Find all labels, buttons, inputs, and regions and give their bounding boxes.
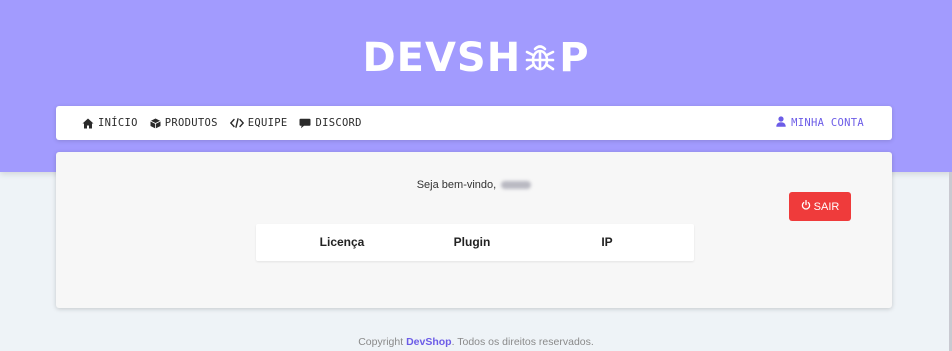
nav-item-equipe-label: EQUIPE <box>247 117 288 129</box>
main-navbar: INÍCIO PRODUTOS EQUIPE DISCORD MINHA CON… <box>56 106 892 140</box>
welcome-text: Seja bem-vindo, <box>416 179 497 191</box>
page-footer: Copyright DevShop. Todos os direitos res… <box>0 336 952 348</box>
logo-text-end: P <box>559 35 590 81</box>
my-account-label: MINHA CONTA <box>791 117 864 129</box>
cube-icon <box>150 118 161 129</box>
nav-right: MINHA CONTA <box>776 116 864 130</box>
site-logo[interactable]: DEVSH P <box>0 34 952 82</box>
nav-item-inicio[interactable]: INÍCIO <box>82 117 138 129</box>
username-redacted <box>501 181 532 190</box>
power-icon <box>801 199 811 213</box>
nav-item-equipe[interactable]: EQUIPE <box>229 117 288 129</box>
my-account-link[interactable]: MINHA CONTA <box>776 116 864 130</box>
license-table: Licença Plugin IP <box>256 224 694 261</box>
welcome-message: Seja bem-vindo, <box>56 179 892 191</box>
logout-label: SAIR <box>813 200 840 213</box>
home-icon <box>82 118 94 129</box>
column-header-ip: IP <box>601 235 613 249</box>
nav-item-produtos-label: PRODUTOS <box>164 117 218 129</box>
logout-button[interactable]: SAIR <box>789 192 851 221</box>
column-header-licenca: Licença <box>319 235 365 249</box>
logo-text-start: DEVSH <box>362 35 522 81</box>
dashboard-card: Seja bem-vindo, SAIR Licença Plugin IP <box>56 152 892 308</box>
nav-item-produtos[interactable]: PRODUTOS <box>150 117 218 129</box>
page: DEVSH P INÍCIO PRODUTOS EQUIPE DISCORD M… <box>0 0 952 351</box>
nav-item-discord-label: DISCORD <box>315 117 362 129</box>
hero-header: DEVSH P INÍCIO PRODUTOS EQUIPE DISCORD M… <box>0 0 952 172</box>
nav-item-inicio-label: INÍCIO <box>98 117 138 129</box>
footer-brand-link[interactable]: DevShop <box>406 336 452 348</box>
footer-suffix: . Todos os direitos reservados. <box>451 336 594 348</box>
footer-prefix: Copyright <box>358 336 407 348</box>
code-icon <box>229 118 244 128</box>
column-header-plugin: Plugin <box>453 235 491 249</box>
chat-icon <box>299 118 311 129</box>
bug-icon <box>523 38 557 78</box>
user-icon <box>776 116 786 130</box>
nav-links: INÍCIO PRODUTOS EQUIPE DISCORD <box>82 117 362 129</box>
nav-item-discord[interactable]: DISCORD <box>299 117 362 129</box>
